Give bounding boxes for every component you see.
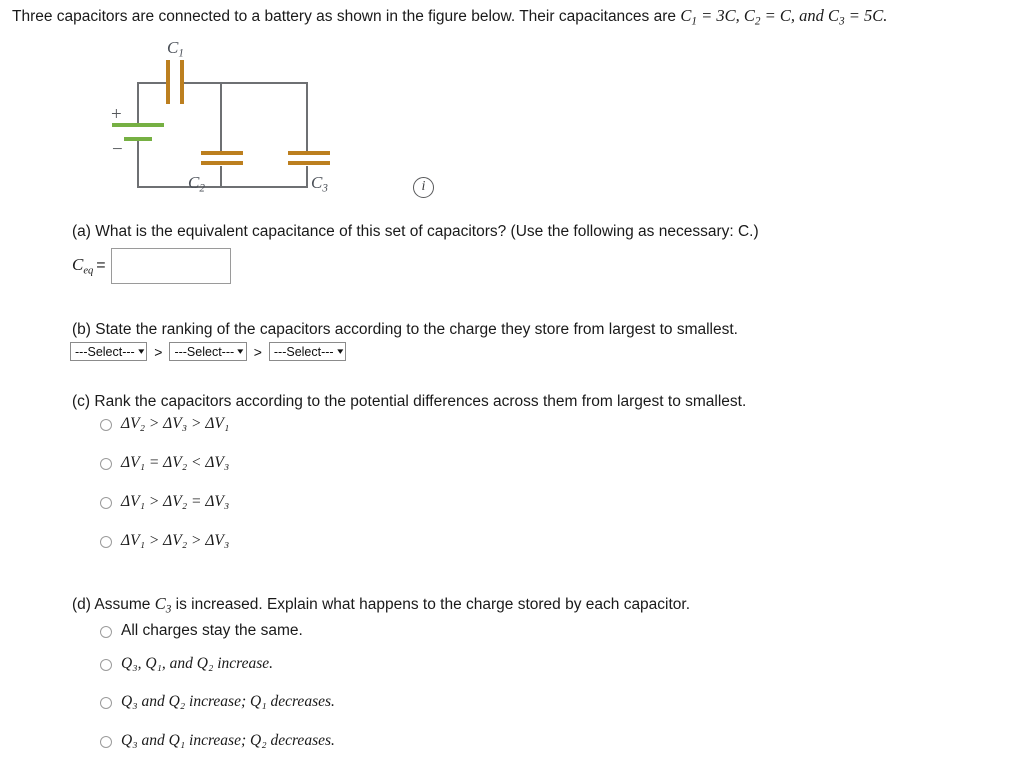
circuit-diagram: C1 + − C2 C3 xyxy=(0,30,460,215)
info-icon[interactable]: i xyxy=(413,177,434,198)
wire-c2-upper xyxy=(220,82,222,152)
option-c-3-label: ΔV₁ > ΔV₂ = ΔV₃ xyxy=(121,493,230,510)
c3-value: = 5C. xyxy=(844,6,888,25)
option-c-1[interactable]: ΔV₂ > ΔV₃ > ΔV₁ xyxy=(100,415,229,434)
radio-button[interactable] xyxy=(100,736,112,748)
equals-sign: = xyxy=(96,257,106,274)
radio-button[interactable] xyxy=(100,697,112,709)
option-c-1-label: ΔV₂ > ΔV₃ > ΔV₁ xyxy=(121,415,230,432)
c1-value: = 3C, xyxy=(696,6,744,25)
radio-button[interactable] xyxy=(100,458,112,470)
capacitor-c2-plate-bottom xyxy=(201,161,243,165)
wire-left-lower xyxy=(137,140,139,188)
wire-c2-lower xyxy=(220,166,222,188)
option-d-4-label: Q₃ and Q₁ increase; Q₂ decreases. xyxy=(121,732,335,749)
chevron-down-icon: ▾ xyxy=(237,346,244,356)
select-1-value: ---Select--- xyxy=(75,344,135,359)
battery-plus-sign: + xyxy=(111,104,122,125)
chevron-down-icon: ▾ xyxy=(137,346,145,356)
wire-c3-lower xyxy=(306,166,308,188)
capacitor-c3-plate-top xyxy=(288,151,330,155)
radio-button[interactable] xyxy=(100,626,112,638)
radio-button[interactable] xyxy=(100,419,112,431)
charge-ranking-select-3[interactable]: ---Select--- ▾ xyxy=(268,342,347,361)
option-d-3[interactable]: Q₃ and Q₂ increase; Q₁ decreases. xyxy=(100,693,335,712)
option-d-1-label: All charges stay the same. xyxy=(121,622,303,639)
c2-symbol: C2 xyxy=(743,6,761,28)
wire-left-upper xyxy=(137,82,139,124)
option-d-2-label: Q₃, Q₁, and Q₂ increase. xyxy=(121,655,274,672)
c3-symbol: C3 xyxy=(827,6,845,28)
radio-button[interactable] xyxy=(100,536,112,548)
answer-a-row: Ceq = xyxy=(72,248,231,284)
option-d-4[interactable]: Q₃ and Q₁ increase; Q₂ decreases. xyxy=(100,732,335,751)
capacitor-c1-plate-left xyxy=(166,60,170,104)
question-c-text: (c) Rank the capacitors according to the… xyxy=(72,393,747,410)
question-d-prefix: (d) Assume xyxy=(72,596,155,613)
charge-ranking-select-2[interactable]: ---Select--- ▾ xyxy=(169,342,247,361)
wire-c3-upper xyxy=(306,82,308,152)
wire-top-left xyxy=(137,82,166,84)
chevron-down-icon: ▾ xyxy=(336,346,343,356)
c1-symbol: C1 xyxy=(680,6,697,28)
radio-button[interactable] xyxy=(100,497,112,509)
separator-2: > xyxy=(253,343,262,360)
capacitor-c2-label: C2 xyxy=(188,173,205,195)
option-d-2[interactable]: Q₃, Q₁, and Q₂ increase. xyxy=(100,655,273,674)
option-c-4[interactable]: ΔV₁ > ΔV₂ > ΔV₃ xyxy=(100,532,229,551)
c2-value: = C, and xyxy=(760,6,828,25)
option-c-2-label: ΔV₁ = ΔV₂ < ΔV₃ xyxy=(121,454,230,471)
option-d-3-label: Q₃ and Q₂ increase; Q₁ decreases. xyxy=(121,693,335,710)
charge-ranking-select-1[interactable]: ---Select--- ▾ xyxy=(70,342,148,361)
question-d-variable: C3 xyxy=(154,594,172,616)
capacitor-c1-plate-right xyxy=(180,60,184,104)
option-c-2[interactable]: ΔV₁ = ΔV₂ < ΔV₃ xyxy=(100,454,229,473)
capacitor-c2-plate-top xyxy=(201,151,243,155)
option-c-4-label: ΔV₁ > ΔV₂ > ΔV₃ xyxy=(121,532,230,549)
question-a-text: (a) What is the equivalent capacitance o… xyxy=(72,223,759,240)
wire-top-right xyxy=(184,82,308,84)
radio-button[interactable] xyxy=(100,659,112,671)
problem-statement: Three capacitors are connected to a batt… xyxy=(12,6,1017,29)
wire-bottom xyxy=(137,186,308,188)
question-d-text: (d) Assume C3 is increased. Explain what… xyxy=(72,594,690,617)
select-2-value: ---Select--- xyxy=(174,344,235,359)
option-d-1[interactable]: All charges stay the same. xyxy=(100,622,303,641)
battery-minus-sign: − xyxy=(112,139,123,160)
equivalent-capacitance-input[interactable] xyxy=(110,248,231,284)
separator-1: > xyxy=(154,343,163,360)
ceq-label: Ceq xyxy=(72,255,94,277)
question-b-text: (b) State the ranking of the capacitors … xyxy=(72,321,738,338)
battery-negative-plate xyxy=(124,137,152,141)
option-c-3[interactable]: ΔV₁ > ΔV₂ = ΔV₃ xyxy=(100,493,229,512)
capacitor-c1-label: C1 xyxy=(167,38,184,60)
question-d-suffix: is increased. Explain what happens to th… xyxy=(171,596,691,613)
ranking-select-row: ---Select--- ▾ > ---Select--- ▾ > ---Sel… xyxy=(70,342,347,361)
problem-statement-prefix: Three capacitors are connected to a batt… xyxy=(12,8,681,25)
capacitor-c3-label: C3 xyxy=(311,173,328,195)
select-3-value: ---Select--- xyxy=(273,344,334,359)
capacitor-c3-plate-bottom xyxy=(288,161,330,165)
